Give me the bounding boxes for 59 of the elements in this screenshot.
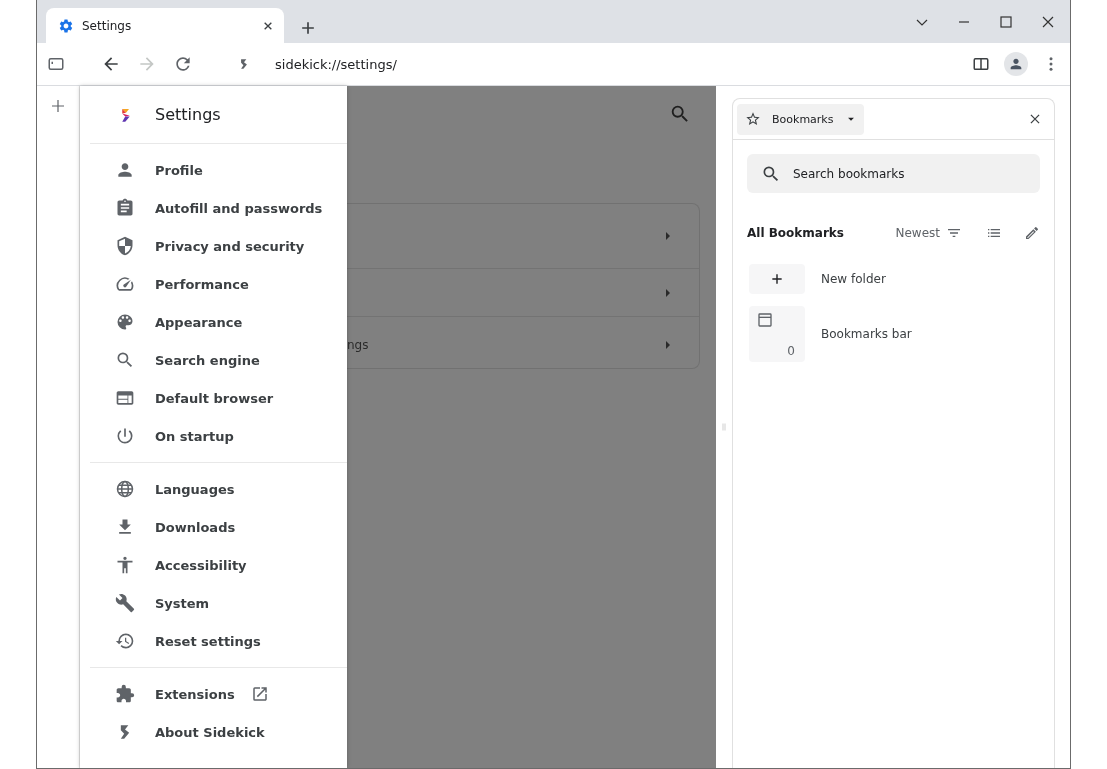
profile-avatar[interactable]	[1004, 52, 1028, 76]
browser-tab[interactable]: Settings	[46, 8, 284, 43]
search-icon[interactable]	[669, 103, 691, 125]
pencil-icon[interactable]	[1024, 225, 1040, 241]
item-label: Bookmarks bar	[821, 327, 912, 341]
settings-icon	[58, 17, 74, 34]
sort-menu[interactable]: Newest	[895, 225, 962, 241]
puzzle-piece-icon	[115, 684, 135, 704]
split-view-icon[interactable]	[972, 55, 990, 73]
menu-item[interactable]: Reset settings	[90, 622, 347, 660]
menu-item[interactable]: Profile	[90, 151, 347, 189]
menu-item[interactable]: Search engine	[90, 341, 347, 379]
sidebar-icon[interactable]	[47, 55, 65, 73]
star-icon	[745, 111, 761, 127]
menu-item[interactable]: Performance	[90, 265, 347, 303]
history-icon	[115, 631, 135, 651]
menu-item[interactable]: Languages	[90, 470, 347, 508]
accessibility-icon	[115, 555, 135, 575]
search-field[interactable]: Search bookmarks	[747, 154, 1040, 193]
address-bar[interactable]: sidekick://settings/	[275, 56, 397, 72]
menu-item[interactable]: Appearance	[90, 303, 347, 341]
palette-icon	[115, 312, 135, 332]
row-label: ngs	[347, 337, 369, 352]
search-icon	[115, 350, 135, 370]
gauge-icon	[115, 274, 135, 294]
item-label: New folder	[821, 272, 886, 286]
wrench-icon	[115, 593, 135, 613]
bookmark-item[interactable]: New folder	[749, 264, 1040, 294]
power-icon	[115, 426, 135, 446]
caret-right-icon[interactable]	[663, 287, 673, 298]
drawer-title: Settings	[155, 105, 221, 124]
menu-item[interactable]: Downloads	[90, 508, 347, 546]
menu-item[interactable]: Autofill and passwords	[90, 189, 347, 227]
menu-item[interactable]: Extensions	[90, 675, 347, 713]
resize-handle-icon[interactable]	[720, 423, 728, 431]
menu-item[interactable]: Accessibility	[90, 546, 347, 584]
menu-item[interactable]: On startup	[90, 417, 347, 455]
menu-item[interactable]: Default browser	[90, 379, 347, 417]
plus-icon	[770, 272, 784, 286]
caret-right-icon[interactable]	[663, 231, 673, 241]
maximize-icon[interactable]	[998, 13, 1014, 30]
plus-icon[interactable]	[49, 97, 67, 115]
browser-window-icon	[115, 388, 135, 408]
item-count: 0	[787, 344, 795, 358]
close-icon[interactable]	[1028, 112, 1042, 126]
caret-right-icon[interactable]	[663, 339, 673, 350]
menu-item[interactable]: About Sidekick	[90, 713, 347, 751]
bookmark-item[interactable]: 0 Bookmarks bar	[749, 306, 1040, 362]
clipboard-icon	[115, 198, 135, 218]
external-link-icon	[250, 685, 269, 703]
reload-icon[interactable]	[173, 54, 193, 74]
menu-item[interactable]: Privacy and security	[90, 227, 347, 265]
section-heading: All Bookmarks	[747, 226, 845, 240]
person-icon	[1008, 56, 1024, 72]
window-icon	[757, 312, 773, 328]
globe-icon	[115, 479, 135, 499]
menu-item[interactable]: System	[90, 584, 347, 622]
panel-dropdown[interactable]: Bookmarks	[737, 103, 865, 135]
shield-icon	[115, 236, 135, 256]
